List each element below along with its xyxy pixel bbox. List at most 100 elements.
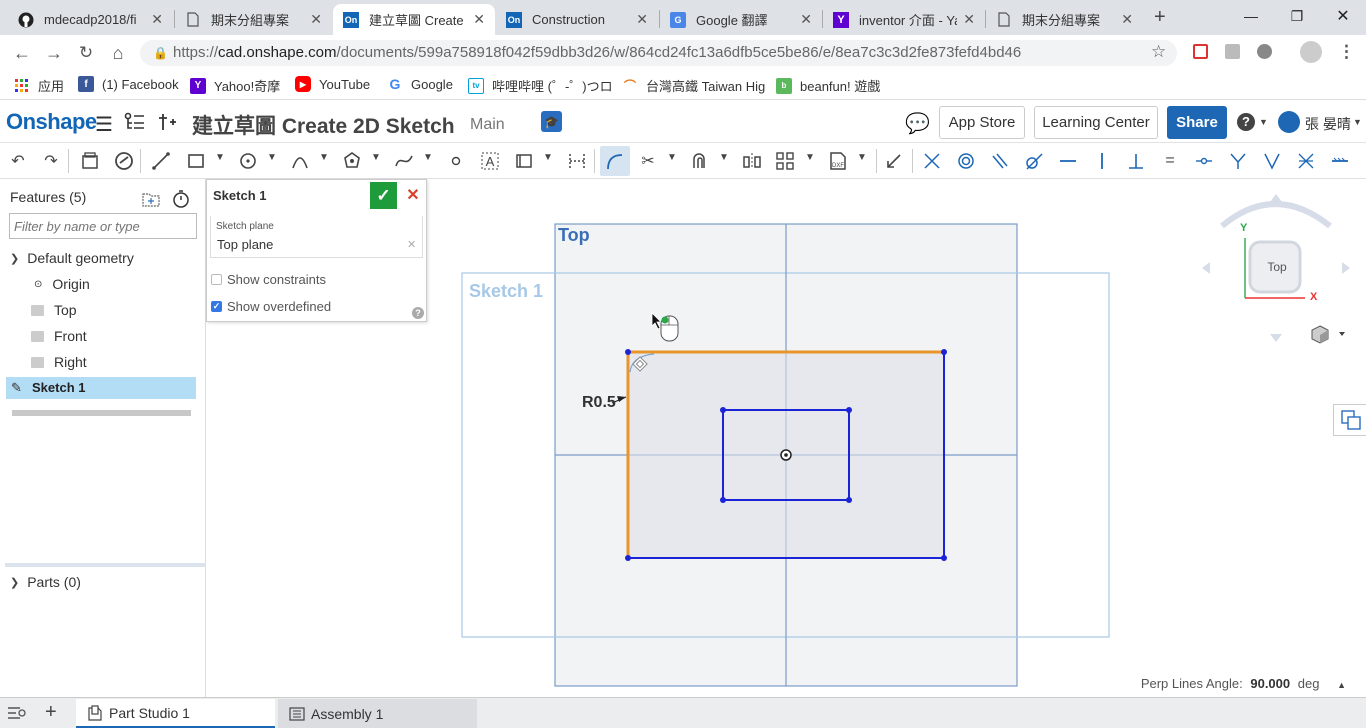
show-constraints-row[interactable]: Show constraints	[211, 272, 326, 287]
construction-icon[interactable]	[564, 148, 590, 174]
rectangle-icon[interactable]	[183, 148, 209, 174]
user-name[interactable]: 張 晏晴	[1305, 114, 1351, 134]
offset-icon[interactable]	[687, 148, 713, 174]
app-store-button[interactable]: App Store	[939, 106, 1025, 139]
circle-icon[interactable]	[235, 148, 261, 174]
show-overdefined-row[interactable]: ✓ Show overdefined	[211, 299, 331, 314]
sketch-tool-icon[interactable]	[111, 148, 137, 174]
comments-icon[interactable]: 💬	[905, 111, 930, 136]
chevron-down-icon[interactable]: ▼	[1353, 117, 1362, 127]
add-tab-button[interactable]: +	[45, 701, 57, 724]
equal-icon[interactable]: =	[1157, 148, 1183, 174]
dimension-icon[interactable]	[881, 148, 907, 174]
tree-item-sketch-1[interactable]: ✎ Sketch 1	[6, 377, 196, 399]
radius-dimension-label[interactable]: R0.5	[582, 394, 616, 412]
normal-icon[interactable]	[1225, 148, 1251, 174]
chevron-down-icon[interactable]: ▼	[215, 152, 225, 163]
sketch-plane-field[interactable]: Sketch plane Top plane ✕	[210, 216, 423, 258]
coincident-icon[interactable]	[919, 148, 945, 174]
chevron-down-icon[interactable]: ▼	[319, 152, 329, 163]
arc-icon[interactable]	[287, 148, 313, 174]
reload-icon[interactable]: ↻	[74, 41, 98, 65]
bookmark-apps[interactable]: 应用	[14, 76, 64, 95]
view-cube-top-label[interactable]: Top	[1257, 260, 1297, 274]
side-panel-toggle[interactable]	[1333, 404, 1366, 436]
parts-node[interactable]: ❯ Parts (0)	[10, 574, 81, 590]
clear-icon[interactable]: ✕	[407, 238, 416, 251]
cancel-button[interactable]: ✕	[403, 183, 423, 207]
hamburger-menu-icon[interactable]: ☰	[95, 112, 113, 137]
concentric-icon[interactable]	[953, 148, 979, 174]
chevron-down-icon[interactable]: ❯	[10, 252, 19, 265]
feature-tree-icon[interactable]	[77, 148, 103, 174]
point-icon[interactable]	[443, 148, 469, 174]
add-folder-icon[interactable]	[142, 191, 160, 207]
fillet-icon[interactable]	[600, 146, 630, 176]
filter-input[interactable]	[9, 213, 197, 239]
chevron-down-icon[interactable]: ❯	[10, 576, 19, 589]
image-icon[interactable]	[511, 148, 537, 174]
rollback-bar[interactable]	[12, 410, 191, 416]
tree-item-origin[interactable]: ⊙ Origin	[34, 276, 90, 292]
bookmark-thsr[interactable]: ⌒ 台灣高鐵 Taiwan Hig	[622, 76, 765, 95]
browser-tab-active[interactable]: On 建立草圖 Create 2 ✕	[333, 4, 495, 35]
chevron-down-icon[interactable]: ▼	[805, 152, 815, 163]
menu-kebab-icon[interactable]: ⋮	[1338, 42, 1355, 62]
user-avatar-icon[interactable]	[1278, 111, 1300, 133]
horizontal-icon[interactable]	[1055, 148, 1081, 174]
bookmark-yahoo[interactable]: Y Yahoo!奇摩	[190, 76, 280, 95]
dialog-help-icon[interactable]: ?	[412, 307, 424, 319]
close-icon[interactable]: ✕	[310, 11, 322, 28]
tangent-icon[interactable]	[1021, 148, 1047, 174]
close-icon[interactable]: ✕	[473, 11, 485, 28]
trim-icon[interactable]: ✂	[635, 148, 661, 174]
chevron-up-icon[interactable]: ▲	[1337, 680, 1346, 690]
panel-splitter[interactable]	[5, 563, 206, 567]
chevron-down-icon[interactable]: ▼	[267, 152, 277, 163]
extension-icon[interactable]	[1257, 44, 1272, 59]
pattern-icon[interactable]	[772, 148, 798, 174]
polygon-icon[interactable]	[339, 148, 365, 174]
browser-tab[interactable]: 期末分組專案 ✕	[175, 4, 332, 35]
minimize-icon[interactable]: —	[1228, 0, 1274, 32]
tree-item-right[interactable]: Right	[31, 354, 87, 370]
learning-cap-icon[interactable]: 🎓	[541, 111, 562, 132]
bookmark-bilibili[interactable]: tv 哔哩哔哩 (゜-゜)つロ	[468, 76, 613, 95]
document-title[interactable]: 建立草圖 Create 2D Sketch	[192, 110, 455, 140]
show-constraints-checkbox[interactable]	[211, 274, 222, 285]
feature-list-icon[interactable]	[124, 112, 146, 132]
show-overdefined-checkbox[interactable]: ✓	[211, 301, 222, 312]
close-icon[interactable]: ✕	[151, 11, 163, 28]
pierce-icon[interactable]	[1259, 148, 1285, 174]
close-icon[interactable]: ✕	[636, 11, 648, 28]
bookmark-google[interactable]: G Google	[387, 76, 453, 92]
close-icon[interactable]: ✕	[1121, 11, 1133, 28]
midpoint-icon[interactable]	[1191, 148, 1217, 174]
help-icon[interactable]: ?	[1237, 113, 1255, 131]
star-icon[interactable]: ☆	[1151, 42, 1166, 62]
fix-icon[interactable]	[1327, 148, 1353, 174]
chevron-down-icon[interactable]: ▼	[667, 152, 677, 163]
redo-icon[interactable]: ↷	[38, 148, 64, 174]
tab-assembly[interactable]: Assembly 1	[278, 699, 477, 728]
share-button[interactable]: Share	[1167, 106, 1227, 139]
browser-tab[interactable]: Y inventor 介面 - Ya ✕	[823, 4, 985, 35]
tree-item-front[interactable]: Front	[31, 328, 87, 344]
perpendicular-icon[interactable]	[1123, 148, 1149, 174]
bookmark-facebook[interactable]: f (1) Facebook	[78, 76, 179, 92]
onshape-logo[interactable]: Onshape	[6, 109, 97, 135]
browser-tab[interactable]: G Google 翻譯 ✕	[660, 4, 822, 35]
vertical-icon[interactable]	[1089, 148, 1115, 174]
close-window-icon[interactable]: ✕	[1320, 0, 1366, 32]
forward-icon[interactable]: →	[42, 41, 66, 65]
browser-tab[interactable]: mdecadp2018/fi ✕	[8, 4, 173, 35]
back-icon[interactable]: ←	[10, 41, 34, 65]
home-icon[interactable]: ⌂	[106, 41, 130, 65]
line-icon[interactable]	[148, 148, 174, 174]
symmetric-icon[interactable]	[1293, 148, 1319, 174]
tab-part-studio[interactable]: Part Studio 1	[76, 699, 275, 728]
text-icon[interactable]: A	[477, 148, 503, 174]
close-icon[interactable]: ✕	[963, 11, 975, 28]
url-input[interactable]: 🔒 https://cad.onshape.com/documents/599a…	[140, 40, 1177, 66]
chevron-down-icon[interactable]: ▼	[857, 152, 867, 163]
